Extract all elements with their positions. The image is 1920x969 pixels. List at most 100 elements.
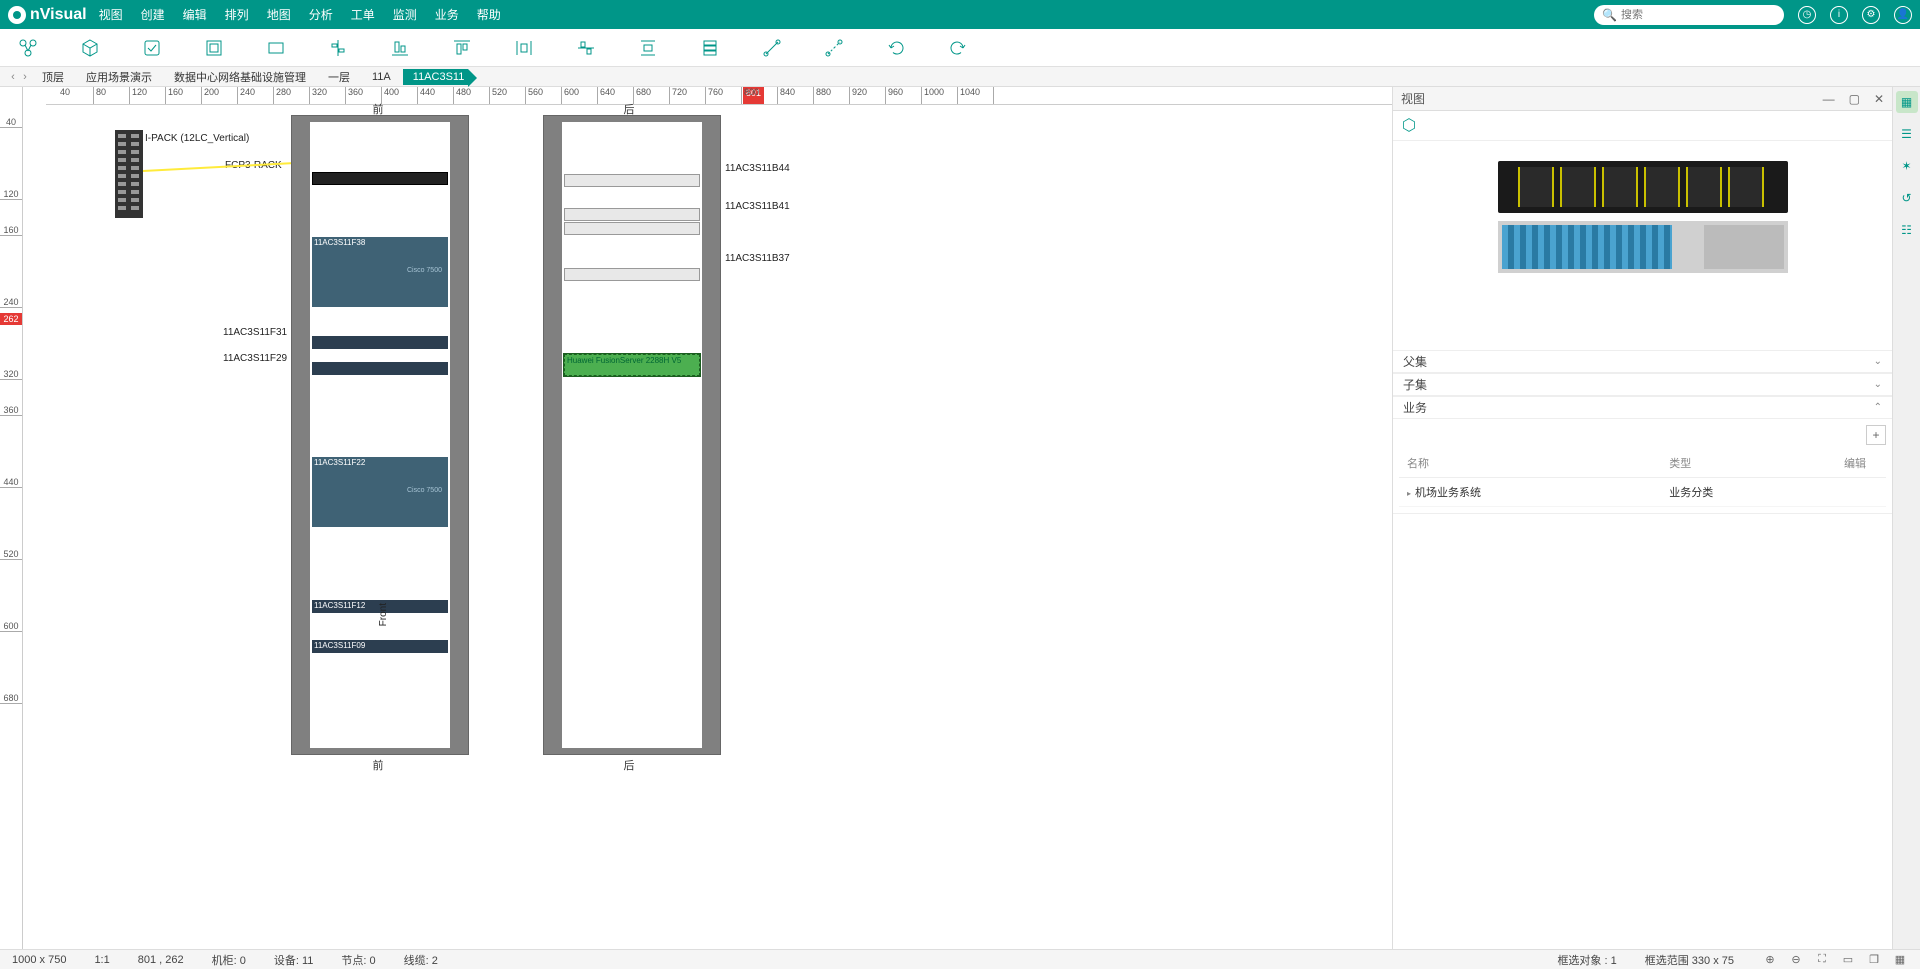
menu-work[interactable]: 工单 xyxy=(351,6,375,23)
device-patch-top[interactable] xyxy=(312,172,448,185)
tool-stack-icon[interactable] xyxy=(698,36,722,60)
accordion-parent[interactable]: 父集⌄ xyxy=(1393,351,1892,374)
device-server-selected[interactable]: Huawei FusionServer 2288H V5 xyxy=(564,354,700,376)
b44-ext-label: 11AC3S11B44 xyxy=(725,163,790,174)
tool-check-icon[interactable] xyxy=(140,36,164,60)
tool-topology-icon[interactable] xyxy=(16,36,40,60)
menubar: nVisual 视图 创建 编辑 排列 地图 分析 工单 监测 业务 帮助 🔍 … xyxy=(0,0,1920,29)
breadcrumb-item[interactable]: 11A xyxy=(362,69,401,85)
menu-biz[interactable]: 业务 xyxy=(435,6,459,23)
fit-icon[interactable]: ⛶ xyxy=(1814,952,1830,968)
breadcrumb-prev[interactable]: ‹ xyxy=(8,71,18,83)
logo-icon xyxy=(8,6,26,24)
device-f31[interactable] xyxy=(312,336,448,349)
rack-front-label-bot: 前 xyxy=(373,757,384,773)
mini-view-icon[interactable]: ▦ xyxy=(1896,91,1918,113)
device-b41a[interactable] xyxy=(564,208,700,221)
tool-align-center-h-icon[interactable] xyxy=(326,36,350,60)
add-button[interactable]: + xyxy=(1866,425,1886,445)
ruler-h-tick: 600 xyxy=(562,87,598,104)
mini-list-icon[interactable]: ☰ xyxy=(1896,123,1918,145)
ruler-h-tick: 320 xyxy=(310,87,346,104)
grid-icon[interactable]: ▦ xyxy=(1892,952,1908,968)
breadcrumb-item-active[interactable]: 11AC3S11 xyxy=(403,69,469,85)
mini-graph-icon[interactable]: ✶ xyxy=(1896,155,1918,177)
acc-business-head[interactable]: 业务⌃ xyxy=(1393,397,1892,419)
tool-align-top-icon[interactable] xyxy=(450,36,474,60)
ratio-icon[interactable]: ▭ xyxy=(1840,952,1856,968)
tool-unlink-icon[interactable] xyxy=(822,36,846,60)
mini-detail-icon[interactable]: ☷ xyxy=(1896,219,1918,241)
props-cube-icon[interactable] xyxy=(1401,117,1419,135)
menu-map[interactable]: 地图 xyxy=(267,6,291,23)
info-icon[interactable]: i xyxy=(1830,6,1848,24)
preview-front[interactable] xyxy=(1498,161,1788,213)
tool-distribute-h-icon[interactable] xyxy=(512,36,536,60)
mini-route-icon[interactable]: ↺ xyxy=(1896,187,1918,209)
minimize-icon[interactable]: — xyxy=(1823,92,1835,106)
search-icon: 🔍 xyxy=(1602,8,1617,22)
statusbar: 1000 x 750 1:1 801 , 262 机柜: 0 设备: 11 节点… xyxy=(0,949,1920,969)
status-cursor: 801 , 262 xyxy=(138,954,184,966)
tool-align-bottom-icon[interactable] xyxy=(388,36,412,60)
device-f22[interactable]: 11AC3S11F22 Cisco 7500 xyxy=(312,457,448,527)
rack-back[interactable]: Huawei FusionServer 2288H V5 xyxy=(543,115,721,755)
device-b37[interactable] xyxy=(564,268,700,281)
mini-toolbar: ▦ ☰ ✶ ↺ ☷ xyxy=(1892,87,1920,949)
side-patch-panel[interactable] xyxy=(115,130,143,218)
ruler-h-tick: 560 xyxy=(526,87,562,104)
tool-undo-icon[interactable] xyxy=(884,36,908,60)
menu-view[interactable]: 视图 xyxy=(99,6,123,23)
close-icon[interactable]: ✕ xyxy=(1874,92,1884,106)
server-label: Huawei FusionServer 2288H V5 xyxy=(567,356,681,365)
device-f29[interactable] xyxy=(312,362,448,375)
tool-rect-icon[interactable] xyxy=(264,36,288,60)
search-input[interactable] xyxy=(1621,9,1776,21)
device-f12-label: 11AC3S11F12 xyxy=(314,601,365,610)
maximize-icon[interactable]: ▢ xyxy=(1849,92,1860,106)
tool-align-v-icon[interactable] xyxy=(574,36,598,60)
breadcrumb-item[interactable]: 一层 xyxy=(318,67,360,87)
canvas[interactable]: I-PACK (12LC_Vertical) FCP3-RACK 前 11AC3… xyxy=(23,105,1392,949)
preview-back[interactable] xyxy=(1498,221,1788,273)
device-b41b[interactable] xyxy=(564,222,700,235)
menu-edit[interactable]: 编辑 xyxy=(183,6,207,23)
row-type: 业务分类 xyxy=(1661,478,1836,507)
tool-cube-icon[interactable] xyxy=(78,36,102,60)
rack-front[interactable]: 11AC3S11F38 Cisco 7500 11AC3S11F22 Cisco… xyxy=(291,115,469,755)
tool-distribute-v-icon[interactable] xyxy=(636,36,660,60)
settings-icon[interactable]: ⚙ xyxy=(1862,6,1880,24)
cisco-label: Cisco 7500 xyxy=(407,487,442,494)
zoom-in-icon[interactable]: ⊕ xyxy=(1762,952,1778,968)
breadcrumb-item[interactable]: 应用场景演示 xyxy=(76,67,162,87)
clock-icon[interactable]: ◷ xyxy=(1798,6,1816,24)
menu-arrange[interactable]: 排列 xyxy=(225,6,249,23)
device-f09[interactable]: 11AC3S11F09 xyxy=(312,640,448,653)
device-b44[interactable] xyxy=(564,174,700,187)
zoom-out-icon[interactable]: ⊖ xyxy=(1788,952,1804,968)
status-cable: 线缆: 2 xyxy=(404,952,438,968)
menu-create[interactable]: 创建 xyxy=(141,6,165,23)
device-f38[interactable]: 11AC3S11F38 Cisco 7500 xyxy=(312,237,448,307)
ruler-vertical: 40 120 160 240 262 320 360 440 520 600 6… xyxy=(0,87,23,949)
search-box[interactable]: 🔍 xyxy=(1594,5,1784,25)
table-row[interactable]: ▸机场业务系统 业务分类 xyxy=(1399,478,1886,507)
ruler-h-tick: 440 xyxy=(418,87,454,104)
layers-icon[interactable]: ❐ xyxy=(1866,952,1882,968)
b37-ext-label: 11AC3S11B37 xyxy=(725,253,790,264)
menu-monitor[interactable]: 监测 xyxy=(393,6,417,23)
breadcrumb-next[interactable]: › xyxy=(20,71,30,83)
menu-help[interactable]: 帮助 xyxy=(477,6,501,23)
tool-frame-icon[interactable] xyxy=(202,36,226,60)
tool-link-icon[interactable] xyxy=(760,36,784,60)
props-toolbar xyxy=(1393,111,1892,141)
breadcrumb-item[interactable]: 顶层 xyxy=(32,67,74,87)
cisco-label: Cisco 7500 xyxy=(407,267,442,274)
accordion-children[interactable]: 子集⌄ xyxy=(1393,374,1892,397)
user-icon[interactable]: 👤 xyxy=(1894,6,1912,24)
status-node: 节点: 0 xyxy=(341,952,375,968)
menu-analyze[interactable]: 分析 xyxy=(309,6,333,23)
ruler-h-tick: 760 xyxy=(706,87,742,104)
tool-redo-icon[interactable] xyxy=(946,36,970,60)
breadcrumb-item[interactable]: 数据中心网络基础设施管理 xyxy=(164,67,316,87)
